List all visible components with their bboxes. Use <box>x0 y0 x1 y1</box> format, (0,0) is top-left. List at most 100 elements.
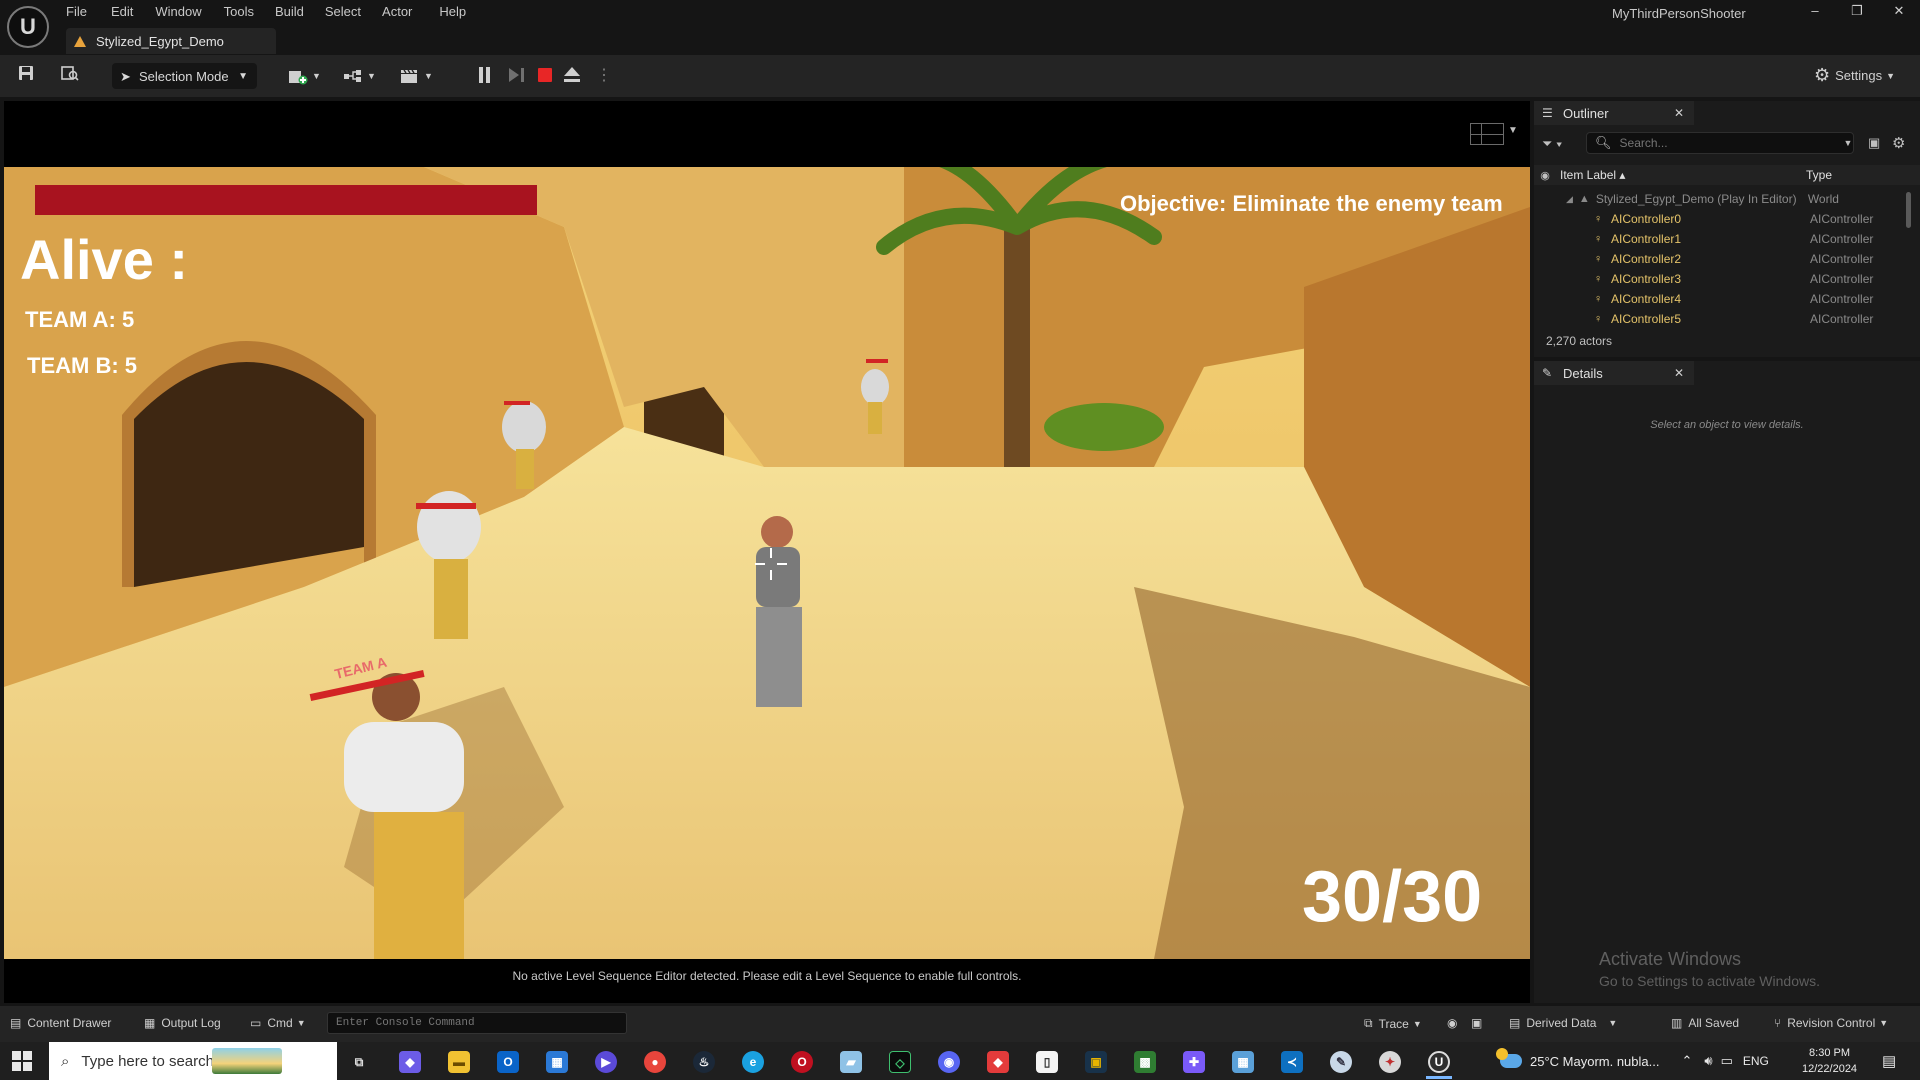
chevron-down-icon: ▼ <box>367 71 376 81</box>
notes-app-icon[interactable]: ▰ <box>840 1051 862 1073</box>
weather-icon[interactable] <box>1496 1048 1522 1068</box>
actor-count: 2,270 actors <box>1546 334 1613 348</box>
game-controller-icon[interactable]: ✚ <box>1183 1051 1205 1073</box>
outlook-icon[interactable]: O <box>497 1051 519 1073</box>
outliner-row[interactable]: ♀ AIController0 AIController <box>1534 209 1914 229</box>
menu-edit[interactable]: Edit <box>111 2 133 22</box>
pause-icon[interactable] <box>478 67 492 83</box>
close-window-button[interactable]: ✕ <box>1878 0 1920 24</box>
anydesk-icon[interactable]: ◆ <box>987 1051 1009 1073</box>
outliner-search-input[interactable] <box>1619 136 1840 150</box>
outliner-row[interactable]: ♀ AIController5 AIController <box>1534 309 1914 329</box>
screenshot-icon[interactable]: ▣ <box>1471 1016 1482 1030</box>
tab-outliner[interactable]: ☰ Outliner ✕ <box>1534 101 1694 125</box>
output-log-button[interactable]: ▦ Output Log <box>144 1016 221 1030</box>
chevron-up-icon[interactable]: ⌃ <box>1681 1053 1692 1069</box>
tree-expand-icon[interactable]: ◢ <box>1566 194 1573 205</box>
level-tab[interactable]: Stylized_Egypt_Demo <box>66 28 276 54</box>
settings-button[interactable]: ⚙ Settings ▼ <box>1814 65 1895 86</box>
taskbar-clock[interactable]: 8:30 PM 12/22/2024 <box>1802 1045 1857 1077</box>
menu-tools[interactable]: Tools <box>224 2 254 22</box>
media-player-icon[interactable]: ▶ <box>595 1051 617 1073</box>
tab-details[interactable]: ✎ Details ✕ <box>1534 361 1694 385</box>
gear-icon[interactable]: ⚙ <box>1892 134 1905 152</box>
browse-icon[interactable] <box>59 65 81 87</box>
console-command-input[interactable] <box>327 1012 627 1034</box>
outliner-row[interactable]: ♀ AIController3 AIController <box>1534 269 1914 289</box>
frame-skip-icon[interactable] <box>509 67 525 83</box>
edge-icon[interactable]: e <box>742 1051 764 1073</box>
calculator-icon[interactable]: ▦ <box>1232 1051 1254 1073</box>
menu-window[interactable]: Window <box>155 2 201 22</box>
stop-icon[interactable] <box>538 68 552 82</box>
column-item-label[interactable]: Item Label ▴ <box>1560 168 1806 182</box>
column-type[interactable]: Type <box>1806 168 1832 182</box>
filter-icon[interactable]: ⏷ ▾ <box>1542 136 1562 152</box>
blueprint-button[interactable]: ▼ <box>343 65 376 87</box>
windows-start-icon[interactable] <box>12 1051 32 1071</box>
volume-icon[interactable]: 🔊︎ <box>1704 1053 1712 1069</box>
sketch-app-icon[interactable]: ✎ <box>1330 1051 1352 1073</box>
menu-help[interactable]: Help <box>439 2 466 22</box>
menu-build[interactable]: Build <box>275 2 304 22</box>
photo-app-icon[interactable]: ▣ <box>1085 1051 1107 1073</box>
selection-mode-dropdown[interactable]: ➤ Selection Mode ▼ <box>112 63 257 89</box>
minimize-button[interactable]: – <box>1794 0 1836 24</box>
restore-button[interactable]: ❐ <box>1836 0 1878 24</box>
outliner-row[interactable]: ♀ AIController4 AIController <box>1534 289 1914 309</box>
menu-select[interactable]: Select <box>325 2 361 22</box>
level-viewport[interactable]: ▼ TEAM A Alive: TEAM A: 5 TEAM B: 5 Obj… <box>4 101 1530 1003</box>
outliner-scrollbar[interactable] <box>1906 192 1911 228</box>
revision-control-button[interactable]: ⑂ Revision Control ▼ <box>1774 1016 1888 1030</box>
unreal-engine-taskbar-icon[interactable]: U <box>1428 1051 1450 1073</box>
eject-icon[interactable] <box>563 67 581 83</box>
record-icon[interactable]: ◉ <box>1447 1016 1457 1030</box>
content-drawer-button[interactable]: ▤ Content Drawer <box>10 1016 111 1030</box>
outliner-row[interactable]: ♀ AIController1 AIController <box>1534 229 1914 249</box>
discord-icon[interactable]: ◉ <box>938 1051 960 1073</box>
cinematics-button[interactable]: ▼ <box>400 65 433 87</box>
steam-icon[interactable]: ♨ <box>693 1051 715 1073</box>
document-icon[interactable]: ▯ <box>1036 1051 1058 1073</box>
chevron-down-icon[interactable]: ▼ <box>1508 125 1518 136</box>
hud-objective: Objective: Eliminate the enemy team <box>1120 191 1503 216</box>
task-view-icon[interactable]: ⧉ <box>348 1051 370 1073</box>
derived-data-button[interactable]: ▤ Derived Data ▼ <box>1509 1016 1617 1030</box>
hud-team-b-count: TEAM B: 5 <box>27 353 137 378</box>
trace-button[interactable]: ⧉ Trace ▼ <box>1364 1016 1422 1031</box>
unreal-engine-logo-icon[interactable]: U <box>7 6 49 48</box>
chrome-icon[interactable]: ● <box>644 1051 666 1073</box>
dev-tool-icon[interactable]: ◇ <box>889 1051 911 1073</box>
file-explorer-icon[interactable]: ▬ <box>448 1051 470 1073</box>
more-options-icon[interactable]: ⋮ <box>596 65 612 87</box>
taskbar-search[interactable]: ⌕ Type here to search <box>49 1042 337 1080</box>
language-indicator[interactable]: ENG <box>1743 1054 1769 1068</box>
visibility-eye-icon[interactable]: ◉ <box>1534 169 1556 182</box>
weather-text[interactable]: 25°C Mayorm. nubla... <box>1530 1054 1659 1069</box>
hud-alive-label: Alive : <box>20 228 189 291</box>
gear-icon: ⚙ <box>1814 65 1831 85</box>
outliner-world-row[interactable]: ◢ ▲ Stylized_Egypt_Demo (Play In Editor)… <box>1534 189 1914 209</box>
opera-icon[interactable]: O <box>791 1051 813 1073</box>
menu-actor[interactable]: Actor <box>382 2 412 22</box>
save-icon[interactable] <box>15 65 37 87</box>
chevron-down-icon[interactable]: ▼ <box>1844 138 1853 148</box>
paint-app-icon[interactable]: ✦ <box>1379 1051 1401 1073</box>
minecraft-icon[interactable]: ▩ <box>1134 1051 1156 1073</box>
all-saved-button[interactable]: ▥ All Saved <box>1671 1016 1739 1030</box>
add-actor-button[interactable]: ▼ <box>288 65 321 87</box>
chevron-down-icon: ▼ <box>424 71 433 81</box>
cmd-dropdown[interactable]: ▭ Cmd ▼ <box>250 1016 306 1030</box>
microsoft-store-icon[interactable]: ▦ <box>546 1051 568 1073</box>
copilot-icon[interactable]: ◆ <box>399 1051 421 1073</box>
outliner-row[interactable]: ♀ AIController2 AIController <box>1534 249 1914 269</box>
vscode-icon[interactable]: ≺ <box>1281 1051 1303 1073</box>
add-folder-icon[interactable]: ▣ <box>1868 135 1880 151</box>
close-icon[interactable]: ✕ <box>1674 106 1684 120</box>
viewport-layout-icon[interactable] <box>1470 123 1504 145</box>
close-icon[interactable]: ✕ <box>1674 366 1684 380</box>
notification-icon[interactable]: ▤ <box>1882 1052 1896 1070</box>
network-icon[interactable]: ▭ <box>1721 1053 1733 1069</box>
chevron-down-icon: ▼ <box>238 70 248 82</box>
menu-file[interactable]: File <box>66 2 87 22</box>
